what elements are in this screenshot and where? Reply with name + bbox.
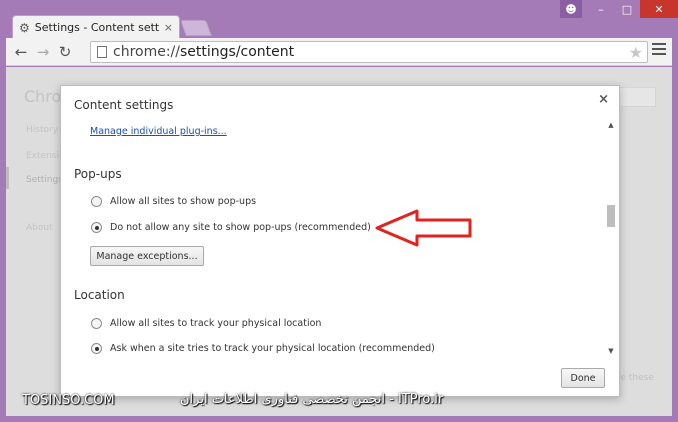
manage-exceptions-button[interactable]: Manage exceptions...	[90, 246, 204, 266]
popups-allow-option[interactable]: Allow all sites to show pop-ups	[91, 196, 256, 207]
url-text: chrome://settings/content	[113, 44, 295, 60]
location-ask-option[interactable]: Ask when a site tries to track your phys…	[91, 343, 435, 354]
watermark-left: TOSINSO.COM	[22, 393, 115, 408]
scroll-up-icon[interactable]: ▲	[606, 120, 616, 130]
address-bar[interactable]: chrome://settings/content ★	[90, 41, 648, 63]
page-title: Chro	[24, 87, 62, 106]
nav-selected-indicator	[6, 167, 9, 189]
radio-button-checked[interactable]	[91, 222, 102, 233]
page-icon	[97, 46, 107, 58]
bookmark-star-icon[interactable]: ★	[629, 43, 643, 62]
dialog-body: Manage individual plug-ins... Pop-ups Al…	[61, 120, 609, 356]
minimize-button[interactable]: –	[588, 0, 614, 18]
forward-button[interactable]: →	[32, 41, 54, 63]
maximize-button[interactable]: □	[614, 0, 640, 18]
manage-plugins-link[interactable]: Manage individual plug-ins...	[90, 126, 227, 137]
popups-heading: Pop-ups	[74, 167, 122, 181]
background-text: le these	[618, 373, 654, 383]
location-allow-option[interactable]: Allow all sites to track your physical l…	[91, 318, 321, 329]
nav-about: About	[26, 223, 53, 233]
back-button[interactable]: ←	[10, 41, 32, 63]
tab-settings[interactable]: ⚙ Settings - Content settings ×	[12, 15, 180, 39]
new-tab-button[interactable]	[180, 20, 212, 36]
scroll-down-icon[interactable]: ▼	[606, 346, 616, 356]
browser-toolbar: ← → ↻ chrome://settings/content ★	[6, 38, 672, 66]
radio-button-checked[interactable]	[91, 343, 102, 354]
gear-icon: ⚙	[19, 20, 30, 35]
dialog-scrollbar[interactable]: ▲ ▼	[606, 120, 616, 356]
done-button[interactable]: Done	[561, 368, 605, 388]
tab-title: Settings - Content settings	[34, 21, 160, 34]
browser-window-frame: ☻ – □ ✕ ⚙ Settings - Content settings × …	[0, 0, 678, 422]
red-arrow-annotation-icon	[375, 209, 472, 247]
window-controls: ☻ – □ ✕	[560, 0, 678, 18]
scrollbar-thumb[interactable]	[607, 205, 615, 227]
popups-block-option[interactable]: Do not allow any site to show pop-ups (r…	[91, 222, 371, 233]
menu-icon[interactable]	[652, 43, 666, 57]
location-heading: Location	[74, 288, 125, 302]
watermark-right: ITPro.ir - انجمن تخصصی فناوری اطلاعات ای…	[180, 392, 444, 407]
radio-button[interactable]	[91, 196, 102, 207]
tab-close-icon[interactable]: ×	[164, 21, 173, 34]
dialog-close-icon[interactable]: ×	[598, 92, 609, 107]
dialog-title: Content settings	[74, 98, 174, 112]
nav-history: History	[26, 125, 59, 135]
profile-icon[interactable]: ☻	[560, 0, 582, 18]
radio-button[interactable]	[91, 318, 102, 329]
close-window-button[interactable]: ✕	[640, 0, 678, 18]
nav-settings: Settings	[26, 175, 63, 185]
content-settings-dialog: Content settings × Manage individual plu…	[60, 85, 620, 397]
reload-button[interactable]: ↻	[54, 41, 76, 63]
